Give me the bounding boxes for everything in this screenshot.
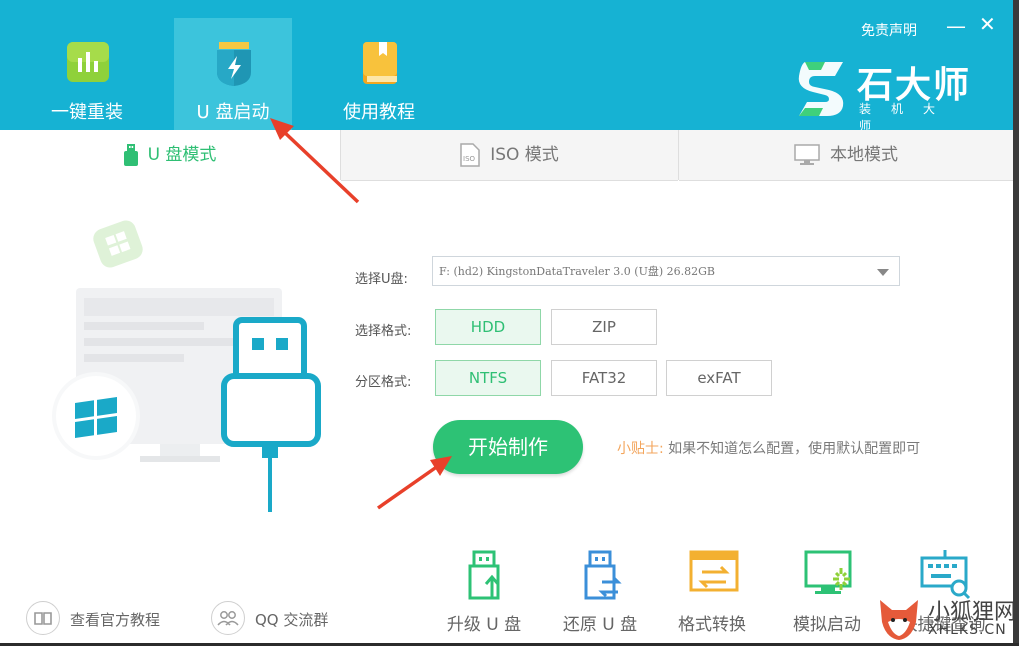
tool-label: 还原 U 盘 bbox=[562, 615, 638, 635]
fox-logo-icon bbox=[880, 600, 918, 640]
tool-label: 升级 U 盘 bbox=[446, 615, 522, 635]
drive-label: 选择U盘: bbox=[355, 272, 408, 287]
usb-drive-icon bbox=[123, 144, 138, 166]
tool-format-convert[interactable]: 格式转换 bbox=[664, 548, 760, 638]
tab-label: 本地模式 bbox=[830, 145, 898, 165]
nav-tutorial[interactable]: 使用教程 bbox=[320, 18, 438, 130]
iso-file-icon: ISO bbox=[460, 143, 480, 167]
tab-iso-mode[interactable]: ISO ISO 模式 bbox=[341, 130, 678, 181]
watermark: 小狐狸网 XHLKS.CN bbox=[876, 592, 1013, 643]
brand-logo-icon bbox=[798, 62, 844, 116]
nav-usb-boot[interactable]: U 盘启动 bbox=[174, 18, 292, 130]
drive-select[interactable]: F: (hd2) KingstonDataTraveler 3.0 (U盘) 2… bbox=[432, 256, 900, 286]
disclaimer-link[interactable]: 免责声明 bbox=[861, 20, 917, 40]
app-window: 一键重装 U 盘启动 使用教程 免责声明 — ✕ 石大师 装机大师 U 盘模式 … bbox=[0, 0, 1019, 643]
chevron-down-icon bbox=[877, 269, 889, 276]
format-convert-icon bbox=[689, 550, 739, 592]
usb-restore-icon bbox=[584, 550, 622, 600]
minimize-button[interactable]: — bbox=[946, 14, 966, 38]
brand-subtitle: 装机大师 bbox=[859, 102, 956, 133]
watermark-text-en: XHLKS.CN bbox=[928, 622, 1007, 638]
tool-label: 模拟启动 bbox=[793, 615, 861, 635]
format-hdd-button[interactable]: HDD bbox=[435, 309, 541, 345]
tab-local-mode[interactable]: 本地模式 bbox=[679, 130, 1013, 181]
qq-group-link[interactable]: QQ 交流群 bbox=[211, 601, 351, 637]
tip-text: 小贴士: 如果不知道怎么配置，使用默认配置即可 bbox=[617, 438, 920, 458]
format-label: 选择格式: bbox=[355, 324, 412, 339]
simulate-boot-icon bbox=[804, 550, 852, 594]
tool-restore-usb[interactable]: 还原 U 盘 bbox=[552, 548, 648, 638]
usb-upgrade-icon bbox=[468, 550, 500, 600]
tip-content: 如果不知道怎么配置，使用默认配置即可 bbox=[668, 441, 921, 457]
partition-exfat-button[interactable]: exFAT bbox=[666, 360, 772, 396]
tab-usb-mode[interactable]: U 盘模式 bbox=[0, 130, 340, 180]
svg-text:ISO: ISO bbox=[463, 155, 476, 163]
nav-label: 一键重装 bbox=[51, 102, 123, 123]
tool-upgrade-usb[interactable]: 升级 U 盘 bbox=[436, 548, 532, 638]
nav-label: 使用教程 bbox=[343, 102, 415, 123]
usb-flash-icon bbox=[217, 42, 251, 86]
link-label: 查看官方教程 bbox=[70, 611, 161, 629]
tab-divider bbox=[678, 130, 679, 180]
partition-fat32-button[interactable]: FAT32 bbox=[551, 360, 657, 396]
partition-ntfs-button[interactable]: NTFS bbox=[435, 360, 541, 396]
tab-label: ISO 模式 bbox=[490, 145, 559, 165]
nav-label: U 盘启动 bbox=[196, 102, 270, 123]
brand-logo: 石大师 装机大师 bbox=[795, 54, 985, 133]
usb-computer-illustration bbox=[52, 220, 321, 512]
format-zip-button[interactable]: ZIP bbox=[551, 309, 657, 345]
tab-divider bbox=[340, 130, 341, 180]
nav-one-click-reinstall[interactable]: 一键重装 bbox=[28, 18, 146, 130]
close-button[interactable]: ✕ bbox=[979, 12, 996, 36]
mode-tabs: U 盘模式 ISO ISO 模式 本地模式 bbox=[0, 130, 1013, 181]
header-bar: 一键重装 U 盘启动 使用教程 免责声明 — ✕ 石大师 装机大师 bbox=[0, 0, 1013, 133]
tip-label: 小贴士: bbox=[617, 441, 664, 457]
official-tutorial-link[interactable]: 查看官方教程 bbox=[26, 601, 186, 637]
users-icon bbox=[211, 601, 245, 635]
book-open-icon bbox=[26, 601, 60, 635]
link-label: QQ 交流群 bbox=[255, 611, 329, 629]
drive-select-value: F: (hd2) KingstonDataTraveler 3.0 (U盘) 2… bbox=[439, 265, 715, 278]
tab-label: U 盘模式 bbox=[147, 145, 217, 165]
tool-simulate-boot[interactable]: 模拟启动 bbox=[779, 548, 875, 638]
partition-label: 分区格式: bbox=[355, 375, 412, 390]
book-icon bbox=[363, 42, 397, 84]
start-making-button[interactable]: 开始制作 bbox=[433, 420, 583, 474]
monitor-icon bbox=[794, 144, 820, 165]
tool-label: 格式转换 bbox=[678, 615, 746, 635]
bar-chart-icon bbox=[67, 42, 109, 82]
